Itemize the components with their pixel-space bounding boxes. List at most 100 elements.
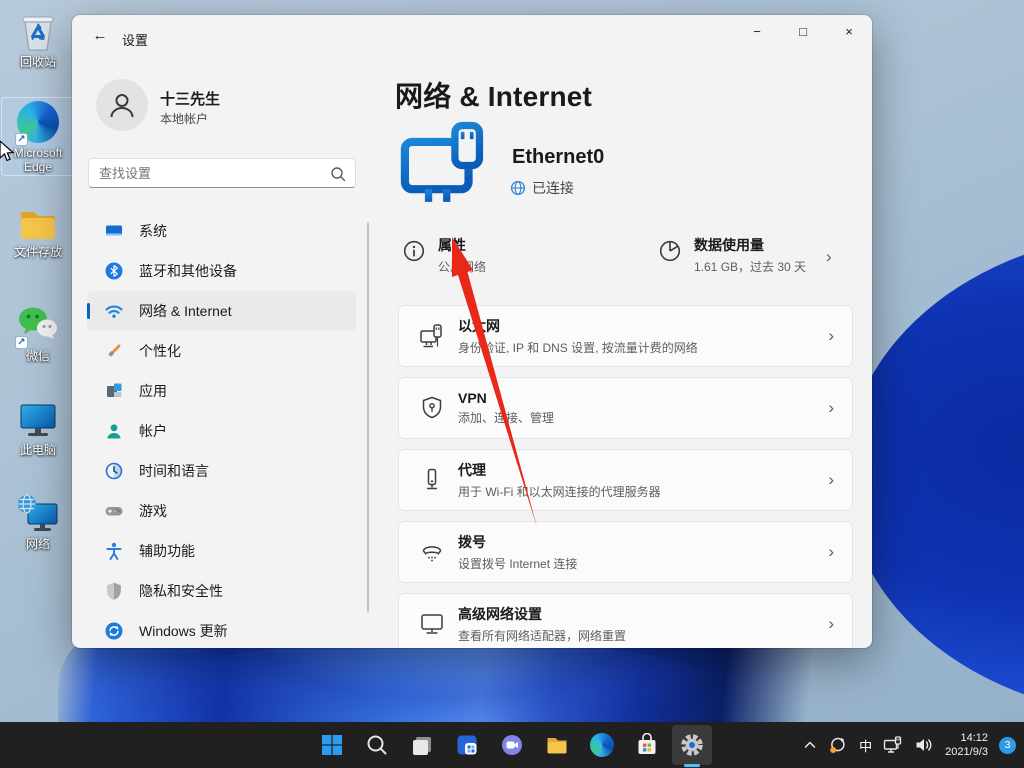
card-proxy[interactable]: 代理 用于 Wi-Fi 和以太网连接的代理服务器 › <box>398 449 853 511</box>
task-view-button[interactable] <box>402 725 442 765</box>
bluetooth-icon <box>105 262 123 280</box>
desktop-icon-label: 文件存放 <box>13 245 62 259</box>
store-icon <box>638 733 656 754</box>
chat-button[interactable] <box>492 725 532 765</box>
sidebar-item-privacy-security[interactable]: 隐私和安全性 <box>87 571 356 611</box>
edge-icon: ↗ <box>15 101 60 146</box>
taskbar-clock[interactable]: 14:12 2021/9/3 <box>945 731 988 760</box>
close-button[interactable]: × <box>826 15 872 49</box>
user-account-type: 本地帐户 <box>160 112 209 126</box>
folder-icon <box>16 200 60 244</box>
edge-button[interactable] <box>582 725 622 765</box>
back-button[interactable]: ← <box>84 23 116 49</box>
chat-camera-icon <box>502 735 522 755</box>
sidebar-item-time-language[interactable]: 时间和语言 <box>87 451 356 491</box>
update-pending-icon[interactable] <box>828 735 848 755</box>
search-icon <box>331 167 346 182</box>
card-title: VPN <box>458 390 487 406</box>
desktop-icon-label: 微信 <box>25 349 50 363</box>
card-vpn[interactable]: VPN 添加、连接、管理 › <box>398 377 853 439</box>
card-subtitle: 添加、连接、管理 <box>458 411 555 425</box>
sidebar-item-bluetooth-devices[interactable]: 蓝牙和其他设备 <box>87 251 356 291</box>
start-button[interactable] <box>312 725 352 765</box>
accounts-icon <box>107 424 121 439</box>
card-dialup[interactable]: 拨号 设置拨号 Internet 连接 › <box>398 521 853 583</box>
search-input[interactable] <box>89 159 355 187</box>
desktop-icon-label: 回收站 <box>19 55 56 69</box>
desktop-icon-label: 此电脑 <box>19 443 56 457</box>
card-title: 高级网络设置 <box>458 606 542 622</box>
sidebar-item-label: 系统 <box>139 223 167 239</box>
recycle-bin-icon <box>16 10 60 54</box>
tray-volume-icon[interactable] <box>914 736 934 754</box>
sidebar-item-gaming[interactable]: 游戏 <box>87 491 356 531</box>
sidebar-item-apps[interactable]: 应用 <box>87 371 356 411</box>
proxy-server-icon <box>427 468 437 490</box>
notification-count-badge[interactable]: 3 <box>999 736 1016 754</box>
card-title: 拨号 <box>458 534 486 550</box>
desktop-icon-this-pc[interactable]: 此电脑 <box>2 396 74 458</box>
settings-search[interactable] <box>88 158 356 188</box>
properties-title: 属性 <box>438 237 466 253</box>
desktop-icon-recycle-bin[interactable]: 回收站 <box>2 8 74 70</box>
wechat-icon: ↗ <box>15 304 60 349</box>
data-usage-subtitle: 1.61 GB，过去 30 天 <box>694 260 807 274</box>
nav-scrollbar[interactable] <box>367 222 369 612</box>
desktop-icon-microsoft-edge[interactable]: ↗ Microsoft Edge <box>1 97 75 176</box>
minimize-button[interactable]: − <box>734 15 780 49</box>
tray-chevron-up-icon[interactable] <box>803 738 817 752</box>
tray-network-icon[interactable] <box>883 736 903 754</box>
properties-subtitle: 公用网络 <box>438 260 487 274</box>
sidebar-item-system[interactable]: 系统 <box>87 211 356 251</box>
desktop-icon-label: Microsoft Edge <box>13 146 63 174</box>
window-title: 设置 <box>122 33 149 48</box>
properties-tile[interactable]: 属性 公用网络 <box>402 235 486 275</box>
data-usage-title: 数据使用量 <box>694 237 764 253</box>
windows-update-icon <box>105 622 123 640</box>
widgets-icon <box>457 735 477 755</box>
chevron-right-icon: › <box>828 326 834 345</box>
maximize-button[interactable]: □ <box>780 15 826 49</box>
dialup-phone-icon <box>422 546 442 562</box>
sidebar-item-label: 应用 <box>139 383 167 399</box>
sidebar-item-accounts[interactable]: 帐户 <box>87 411 356 451</box>
settings-card-list: 以太网 身份验证, IP 和 DNS 设置, 按流量计费的网络 › VPN 添加… <box>398 305 853 648</box>
shield-icon <box>107 582 121 600</box>
wifi-icon <box>105 305 123 318</box>
sidebar-item-label: 个性化 <box>139 343 181 359</box>
widgets-button[interactable] <box>447 725 487 765</box>
user-avatar[interactable] <box>96 79 148 131</box>
sidebar-item-accessibility[interactable]: 辅助功能 <box>87 531 356 571</box>
file-explorer-button[interactable] <box>537 725 577 765</box>
desktop-icon-wechat[interactable]: ↗ 微信 <box>2 302 74 364</box>
card-title: 代理 <box>458 462 486 478</box>
taskbar-center-icons <box>312 725 712 767</box>
sidebar-item-label: 隐私和安全性 <box>139 583 223 599</box>
sidebar-item-label: Windows 更新 <box>139 623 228 639</box>
settings-button[interactable] <box>672 725 712 767</box>
sidebar-item-personalization[interactable]: 个性化 <box>87 331 356 371</box>
chevron-right-icon: › <box>828 614 834 633</box>
microsoft-store-button[interactable] <box>627 725 667 765</box>
desktop-icon-file-storage[interactable]: 文件存放 <box>2 198 74 260</box>
connection-name: Ethernet0 <box>512 146 605 168</box>
search-button[interactable] <box>357 725 397 765</box>
sidebar-item-windows-update[interactable]: Windows 更新 <box>87 611 356 648</box>
tray-date: 2021/9/3 <box>945 746 988 758</box>
advanced-network-icon <box>421 614 443 634</box>
sidebar-item-label: 时间和语言 <box>139 463 209 479</box>
desktop-icon-network[interactable]: 网络 <box>2 490 74 552</box>
sidebar-item-network-internet[interactable]: 网络 & Internet <box>87 291 356 331</box>
data-usage-tile[interactable]: 数据使用量 1.61 GB，过去 30 天 <box>658 235 806 275</box>
card-ethernet[interactable]: 以太网 身份验证, IP 和 DNS 设置, 按流量计费的网络 › <box>398 305 853 367</box>
window-titlebar[interactable]: ← 设置 − □ × <box>72 15 872 57</box>
gamepad-icon <box>105 507 123 516</box>
card-title: 以太网 <box>458 318 500 334</box>
card-advanced-network[interactable]: 高级网络设置 查看所有网络适配器，网络重置 › <box>398 593 853 648</box>
apps-icon <box>107 383 122 397</box>
chevron-right-icon: › <box>826 247 832 266</box>
ime-indicator[interactable]: 中 <box>859 736 872 755</box>
card-subtitle: 用于 Wi-Fi 和以太网连接的代理服务器 <box>458 485 661 499</box>
globe-icon <box>510 180 526 196</box>
system-tray: 中 14:12 2021/9/3 3 <box>803 722 1016 768</box>
